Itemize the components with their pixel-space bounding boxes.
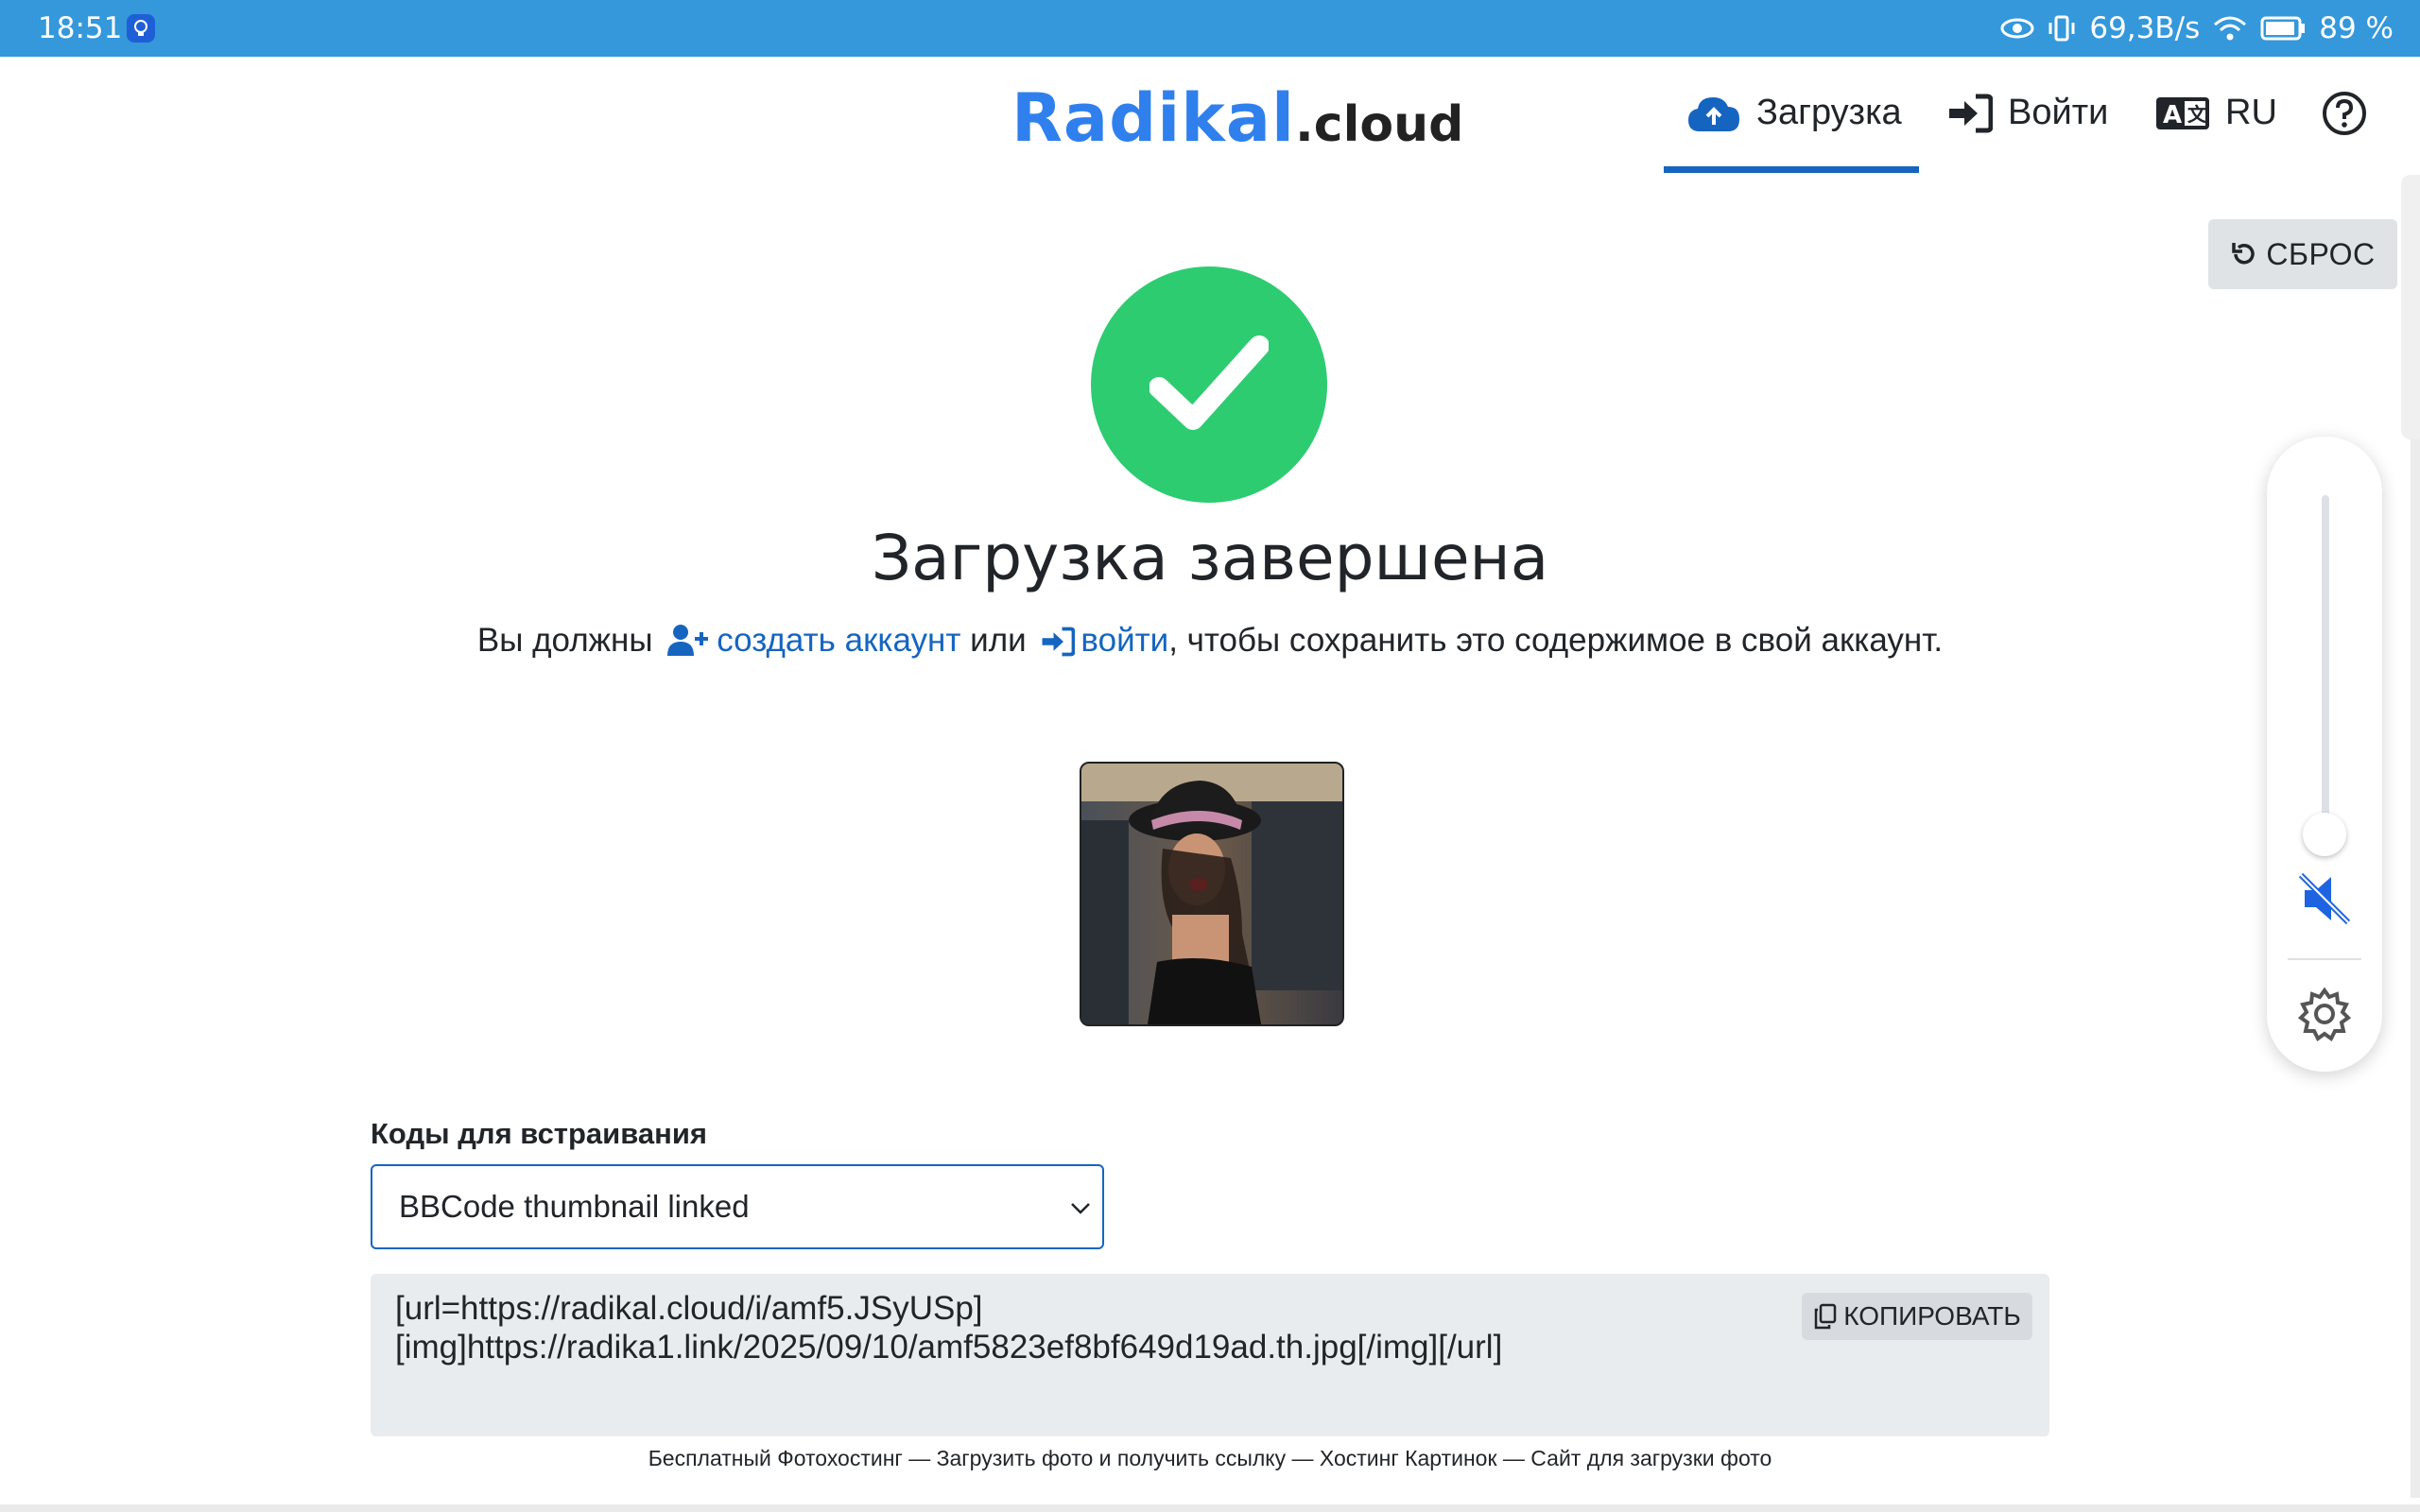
message-prefix: Вы должны [476, 622, 653, 659]
create-account-link[interactable]: создать аккаунт [717, 622, 960, 659]
nav-login-label: Войти [2008, 93, 2109, 132]
login-link[interactable]: войти [1080, 622, 1168, 659]
active-tab-indicator [1664, 166, 1919, 173]
logo-main: Radikal [1011, 79, 1296, 157]
copy-icon [1814, 1303, 1837, 1330]
side-panel-handle[interactable] [2401, 175, 2420, 439]
page-title: Загрузка завершена [871, 522, 1549, 594]
reset-label: СБРОС [2266, 236, 2376, 271]
embed-code-textarea[interactable]: [url=https://radikal.cloud/i/amf5.JSyUSp… [371, 1274, 2049, 1436]
language-icon: A文 [2156, 96, 2209, 129]
copy-button[interactable]: КОПИРОВАТЬ [1802, 1293, 2032, 1340]
site-header: Radikal.cloud Загрузка Войти A文 RU [0, 57, 2420, 175]
message-suffix: , чтобы сохранить это содержимое в свой … [1168, 622, 1944, 659]
undo-icon [2232, 243, 2256, 265]
battery-level: 89 % [2319, 11, 2394, 45]
embed-code-line-2: [img]https://radika1.link/2025/09/10/amf… [395, 1329, 1503, 1366]
system-status-bar: 18:51 69,3B/s 89 % [0, 0, 2420, 57]
help-button[interactable] [2322, 91, 2367, 136]
clock: 18:51 [38, 11, 123, 45]
status-icons: 69,3B/s 89 % [2000, 11, 2394, 45]
success-check-icon [1091, 266, 1327, 503]
volume-slider-thumb[interactable] [2303, 813, 2346, 856]
embed-code-line-1: [url=https://radikal.cloud/i/amf5.JSyUSp… [395, 1290, 983, 1327]
cloud-upload-icon [1688, 96, 1739, 131]
help-icon [2323, 92, 2366, 135]
nav-login[interactable]: Войти [1947, 93, 2108, 133]
message-or: или [970, 622, 1027, 659]
mute-button[interactable] [2295, 869, 2354, 933]
speaker-muted-icon [2298, 872, 2351, 925]
chevron-down-icon [1071, 1203, 1090, 1214]
logo-tld: .cloud [1295, 96, 1464, 153]
nav-language-label: RU [2225, 93, 2277, 132]
site-logo[interactable]: Radikal.cloud [1011, 79, 1463, 157]
sign-in-icon [1042, 627, 1076, 657]
svg-text:A: A [2163, 101, 2182, 129]
gear-icon [2297, 987, 2352, 1041]
eye-icon [2000, 18, 2034, 39]
sign-in-icon [1949, 94, 1993, 132]
embed-codes-label: Коды для встраивания [371, 1117, 707, 1150]
bottom-edge [0, 1504, 2420, 1512]
nav-upload[interactable]: Загрузка [1686, 93, 1902, 133]
nav-language[interactable]: A文 RU [2155, 93, 2277, 133]
nav-upload-label: Загрузка [1756, 93, 1902, 132]
account-message: Вы должны создать аккаунт или войти, что… [0, 622, 2420, 660]
site-footer-text: Бесплатный Фотохостинг — Загрузить фото … [648, 1446, 1772, 1470]
svg-text:文: 文 [2187, 103, 2207, 126]
sound-settings-button[interactable] [2297, 987, 2352, 1046]
uploaded-image-thumbnail[interactable] [1080, 762, 1344, 1026]
reset-button[interactable]: СБРОС [2208, 219, 2397, 289]
embed-code-text[interactable]: [url=https://radikal.cloud/i/amf5.JSyUSp… [395, 1289, 1502, 1366]
volume-panel-divider [2288, 958, 2361, 960]
user-plus-icon [667, 625, 709, 656]
wifi-icon [2214, 16, 2247, 41]
embed-code-select[interactable]: BBCode thumbnail linked [371, 1164, 1104, 1249]
copy-label: КОПИРОВАТЬ [1843, 1301, 2021, 1331]
embed-code-selected: BBCode thumbnail linked [399, 1189, 750, 1224]
network-speed: 69,3B/s [2089, 11, 2201, 45]
notification-icon [127, 14, 155, 43]
battery-icon [2260, 16, 2306, 41]
vibrate-icon [2048, 15, 2075, 42]
